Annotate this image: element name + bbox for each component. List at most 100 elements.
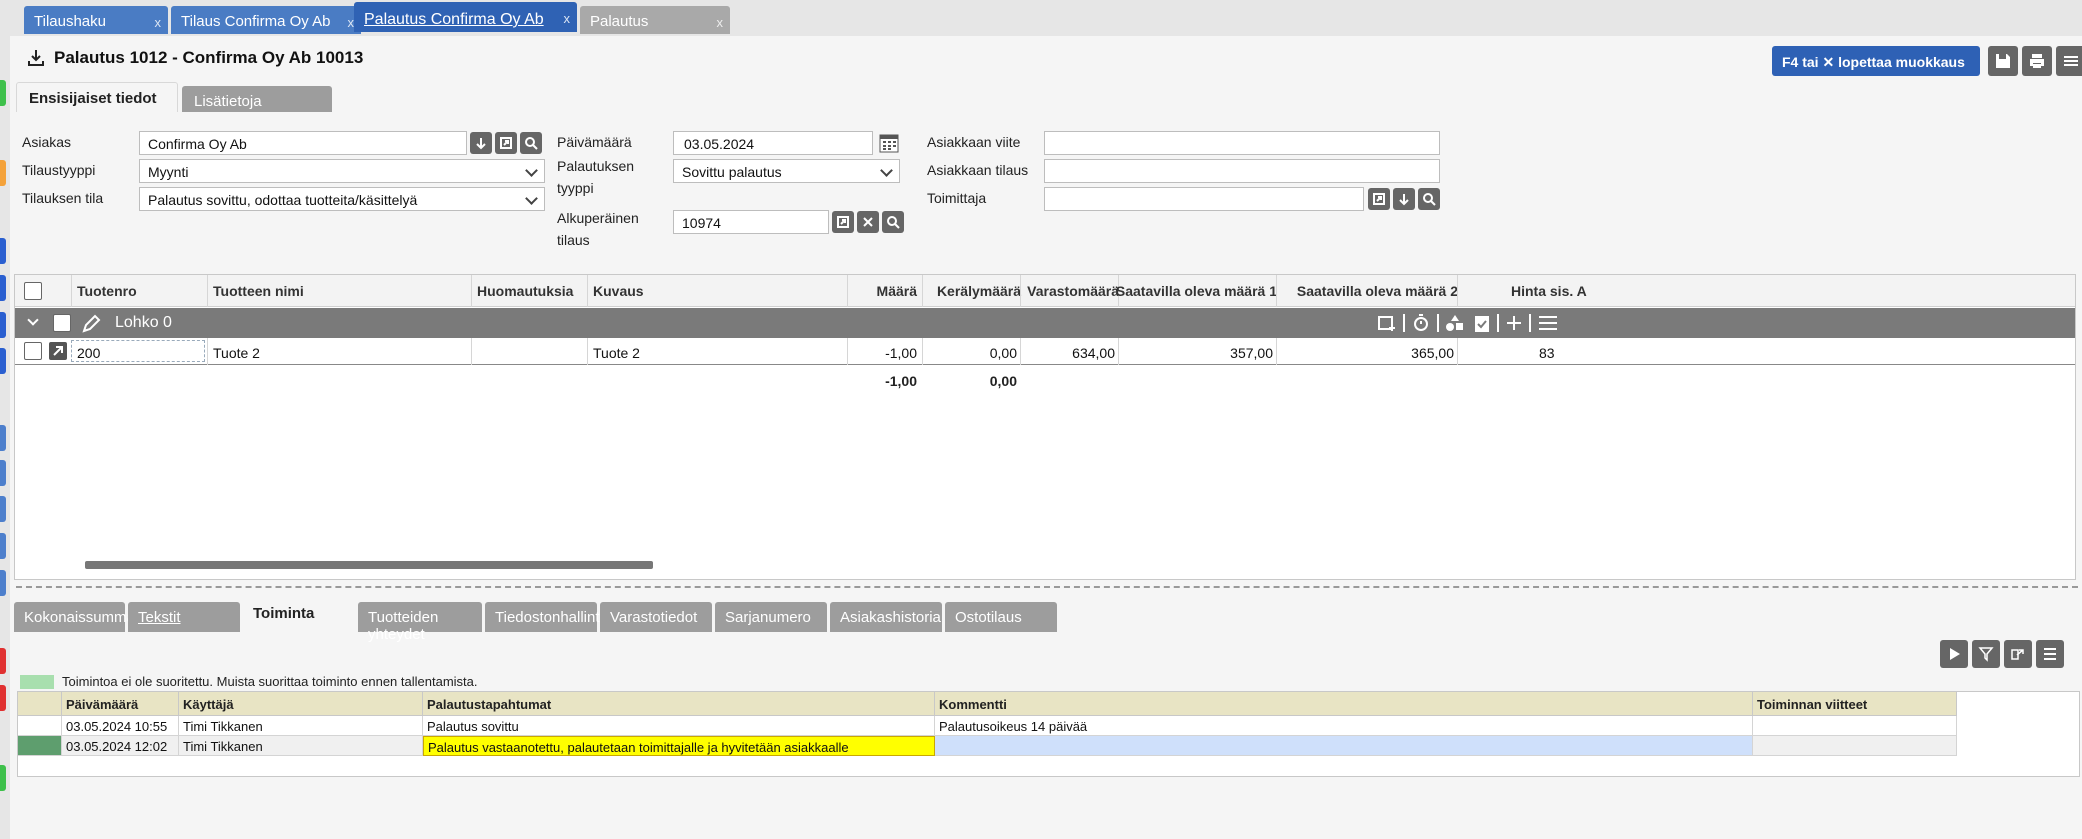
col-tuotteen-nimi[interactable]: Tuotteen nimi: [213, 283, 304, 299]
pencil-icon[interactable]: [81, 314, 101, 334]
cell-hinta[interactable]: 83: [1539, 345, 1555, 361]
col-varasto[interactable]: Varastomäärä: [1027, 283, 1119, 299]
palautuksen-tyyppi-label: Palautuksen tyyppi: [557, 158, 634, 196]
col-saatavilla-1[interactable]: Saatavilla oleva määrä 1: [1116, 283, 1277, 299]
status-marker: [0, 160, 6, 186]
group-checkbox[interactable]: [53, 314, 71, 332]
close-tab-button[interactable]: x: [155, 15, 162, 30]
asiakkaan-tilaus-field[interactable]: [1044, 159, 1440, 183]
palautuksen-tyyppi-select[interactable]: Sovittu palautus: [673, 159, 900, 183]
calendar-icon[interactable]: [878, 132, 900, 154]
cell-nimi[interactable]: Tuote 2: [213, 345, 260, 361]
col-saatavilla-2[interactable]: Saatavilla oleva määrä 2: [1297, 283, 1458, 299]
cell-refs[interactable]: [1753, 736, 1957, 756]
cell-saatavilla-2[interactable]: 365,00: [1411, 345, 1454, 361]
tab-toiminta[interactable]: Toiminta: [243, 598, 355, 632]
cell-date[interactable]: 03.05.2024 12:02: [62, 736, 179, 756]
tilaustyyppi-select[interactable]: Myynti: [139, 159, 545, 183]
select-all-checkbox[interactable]: [24, 282, 42, 300]
calendar-add-icon[interactable]: [1377, 314, 1397, 332]
alkuperainen-tilaus-field[interactable]: 10974: [673, 210, 829, 234]
chevron-down-icon[interactable]: [27, 314, 39, 326]
tab-tuotteiden-yhteydet[interactable]: Tuotteiden yhteydet: [358, 602, 482, 643]
status-marker: [0, 685, 6, 711]
col-tuotenro[interactable]: Tuotenro: [77, 283, 137, 299]
tab-lisatietoja[interactable]: Lisätietoja: [182, 86, 332, 112]
separator: [1497, 314, 1499, 332]
tab-sarjanumero[interactable]: Sarjanumero: [715, 602, 827, 632]
close-tab-button[interactable]: x: [717, 15, 724, 30]
tab-ensisijaiset-tiedot[interactable]: Ensisijaiset tiedot: [16, 82, 178, 112]
export-button[interactable]: [2004, 640, 2032, 668]
asiakkaan-viite-field[interactable]: [1044, 131, 1440, 155]
tab-tilaus-confirma[interactable]: Tilaus Confirma Oy Ab x: [171, 6, 361, 34]
cell-tuotenro[interactable]: 200: [77, 345, 100, 361]
tab-palautus[interactable]: Palautus x: [580, 6, 730, 34]
cell-user[interactable]: Timi Tikkanen: [179, 716, 423, 736]
menu-button[interactable]: [2056, 46, 2082, 76]
cell-comment[interactable]: Palautusoikeus 14 päivää: [935, 716, 1753, 736]
tilauksen-tila-select[interactable]: Palautus sovittu, odottaa tuotteita/käsi…: [139, 187, 545, 211]
col-kommentti[interactable]: Kommentti: [935, 692, 1753, 716]
table-row[interactable]: 200 Tuote 2 Tuote 2 -1,00 0,00 634,00 35…: [15, 338, 2075, 365]
row-checkbox[interactable]: [24, 342, 42, 360]
alkuperainen-search-button[interactable]: [882, 211, 904, 233]
save-icon: [1996, 54, 2010, 68]
cell-kuvaus[interactable]: Tuote 2: [593, 345, 640, 361]
filter-button[interactable]: [1972, 640, 2000, 668]
col-maara[interactable]: Määrä: [877, 283, 917, 299]
asiakas-field[interactable]: Confirma Oy Ab: [139, 131, 467, 155]
asiakas-open-button[interactable]: [495, 132, 517, 154]
clipboard-check-icon[interactable]: [1473, 313, 1491, 333]
cell-maara[interactable]: -1,00: [885, 345, 917, 361]
col-toiminnan-viitteet[interactable]: Toiminnan viitteet: [1753, 692, 1957, 716]
activity-menu-button[interactable]: [2036, 640, 2064, 668]
cell-keraily[interactable]: 0,00: [990, 345, 1017, 361]
run-action-button[interactable]: [1940, 640, 1968, 668]
cell-saatavilla-1[interactable]: 357,00: [1230, 345, 1273, 361]
tab-tiedostonhallinta[interactable]: Tiedostonhallinta: [485, 602, 608, 632]
col-keraily[interactable]: Kerälymäärä: [937, 283, 1021, 299]
shapes-icon[interactable]: [1445, 313, 1465, 333]
toimittaja-open-button[interactable]: [1368, 188, 1390, 210]
cell-comment-editing[interactable]: [935, 736, 1753, 756]
cell-event[interactable]: Palautus sovittu: [423, 716, 935, 736]
hamburger-icon[interactable]: [1537, 314, 1559, 332]
col-paivamaara[interactable]: Päivämäärä: [62, 692, 179, 716]
col-kayttaja[interactable]: Käyttäjä: [179, 692, 423, 716]
cell-refs[interactable]: [1753, 716, 1957, 736]
paivamaara-field[interactable]: 03.05.2024: [673, 131, 873, 155]
stop-editing-button[interactable]: F4 tai ✕ lopettaa muokkaus: [1772, 46, 1980, 76]
col-divider: [471, 338, 472, 365]
toimittaja-down-button[interactable]: [1393, 188, 1415, 210]
tab-tilaushaku[interactable]: Tilaushaku x: [24, 6, 168, 34]
toimittaja-field[interactable]: [1044, 187, 1364, 211]
tab-kokonaissummat[interactable]: Kokonaissummat: [14, 602, 139, 632]
asiakas-down-button[interactable]: [470, 132, 492, 154]
cell-varasto[interactable]: 634,00: [1072, 345, 1115, 361]
stopwatch-icon[interactable]: [1411, 313, 1431, 333]
col-huomautuksia[interactable]: Huomautuksia: [477, 283, 573, 299]
save-button[interactable]: [1988, 46, 2018, 76]
cell-event[interactable]: Palautus vastaanotettu, palautetaan toim…: [423, 736, 935, 756]
tab-tekstit[interactable]: Tekstit: [128, 602, 240, 632]
toimittaja-search-button[interactable]: [1418, 188, 1440, 210]
tab-ostotilaus[interactable]: Ostotilaus: [945, 602, 1057, 632]
alkuperainen-clear-button[interactable]: [857, 211, 879, 233]
splitter[interactable]: [16, 586, 2078, 588]
asiakas-search-button[interactable]: [520, 132, 542, 154]
print-button[interactable]: [2022, 46, 2052, 76]
cell-date[interactable]: 03.05.2024 10:55: [62, 716, 179, 736]
close-tab-button[interactable]: x: [564, 11, 571, 26]
col-hinta[interactable]: Hinta sis. A: [1511, 283, 1587, 299]
alkuperainen-open-button[interactable]: [832, 211, 854, 233]
horizontal-scrollbar[interactable]: [85, 561, 653, 569]
col-kuvaus[interactable]: Kuvaus: [593, 283, 644, 299]
col-palautustapahtumat[interactable]: Palautustapahtumat: [423, 692, 935, 716]
tab-asiakashistoria[interactable]: Asiakashistoria: [830, 602, 942, 632]
cell-user[interactable]: Timi Tikkanen: [179, 736, 423, 756]
tab-varastotiedot[interactable]: Varastotiedot: [600, 602, 712, 632]
tab-palautus-confirma[interactable]: Palautus Confirma Oy Ab x: [354, 2, 577, 32]
plus-icon[interactable]: [1505, 314, 1523, 332]
open-row-button[interactable]: [49, 342, 67, 360]
